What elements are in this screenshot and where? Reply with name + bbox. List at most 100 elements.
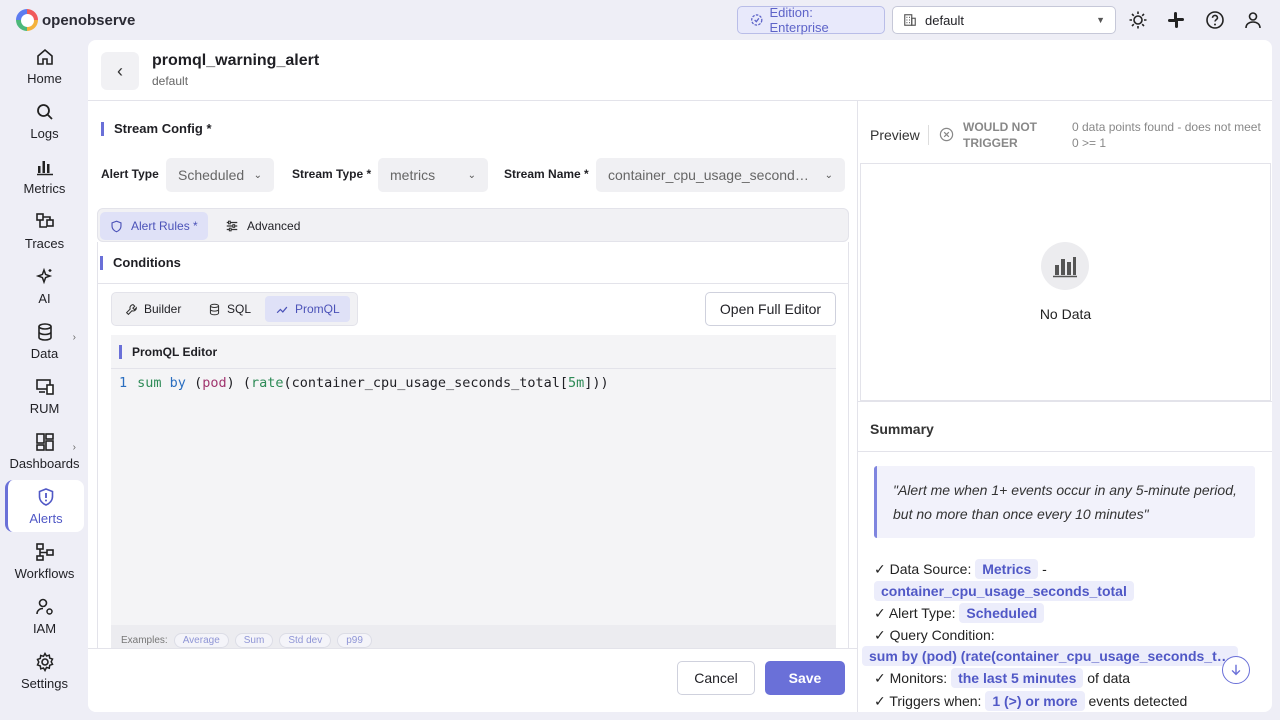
triggers-tag: 1 (>) or more (985, 691, 1085, 711)
alert-type-value: Scheduled (178, 167, 245, 183)
sidebar-item-label: Traces (24, 235, 65, 251)
workflow-icon (35, 542, 54, 561)
divider (98, 283, 849, 284)
sidebar-item-dashboards[interactable]: Dashboards › (5, 425, 84, 477)
sidebar-item-label: Home (27, 70, 62, 86)
summary-data-source: ✓ Data Source: Metrics - (874, 559, 1047, 579)
sidebar-item-label: IAM (32, 620, 57, 636)
edition-label: Edition: Enterprise (769, 5, 829, 35)
example-chip-average[interactable]: Average (173, 632, 229, 648)
mode-promql-button[interactable]: PromQL (265, 296, 350, 322)
tab-label: Advanced (247, 219, 301, 233)
preview-panel: Preview WOULD NOT TRIGGER 0 data points … (857, 101, 1272, 712)
monitors-tag: the last 5 minutes (951, 668, 1084, 688)
sidebar-item-data[interactable]: Data › (5, 315, 84, 367)
sidebar-item-label: Logs (30, 125, 59, 141)
slack-icon[interactable] (1166, 10, 1186, 30)
sidebar-item-label: Dashboards (9, 455, 80, 471)
query-condition-tag: sum by (pod) (rate(container_cpu_usage_s… (862, 646, 1238, 666)
cancel-button[interactable]: Cancel (677, 661, 755, 695)
mode-label: SQL (227, 302, 252, 316)
summary-stream: container_cpu_usage_seconds_total (874, 581, 1134, 601)
mode-sql-button[interactable]: SQL (198, 296, 261, 322)
sidebar-item-metrics[interactable]: Metrics (5, 150, 84, 202)
trigger-status: WOULD NOT TRIGGER (963, 120, 1037, 150)
sidebar-item-rum[interactable]: RUM (5, 370, 84, 422)
chevron-right-icon: › (72, 442, 76, 453)
open-full-editor-button[interactable]: Open Full Editor (705, 292, 836, 326)
stream-type-select[interactable]: metrics ⌄ (378, 158, 488, 192)
conditions-title: Conditions (100, 256, 181, 270)
summary-quote: "Alert me when 1+ events occur in any 5-… (874, 466, 1255, 538)
example-chip-sum[interactable]: Sum (234, 632, 274, 648)
form-footer: Cancel Save (88, 648, 857, 712)
sidebar-item-logs[interactable]: Logs (5, 95, 84, 147)
page-subtitle: default (152, 74, 189, 88)
line-number: 1 (119, 375, 128, 391)
sidebar-item-iam[interactable]: IAM (5, 590, 84, 642)
sidebar-item-ai[interactable]: AI (5, 260, 84, 312)
summary-query: sum by (pod) (rate(container_cpu_usage_s… (862, 646, 1238, 669)
editor-header: PromQL Editor (111, 335, 836, 369)
dashboard-icon (35, 432, 54, 451)
tab-alert-rules[interactable]: Alert Rules * (100, 212, 208, 240)
alert-type-tag: Scheduled (959, 603, 1045, 623)
summary-triggers: ✓ Triggers when: 1 (>) or more events de… (874, 691, 1188, 711)
tab-advanced[interactable]: Advanced (215, 212, 310, 240)
query-code-line[interactable]: 1 sum by (pod) (rate(container_cpu_usage_… (119, 375, 609, 391)
example-chip-std-dev[interactable]: Std dev (279, 632, 332, 648)
org-selector[interactable]: default ▼ (892, 6, 1116, 34)
stream-name-value: container_cpu_usage_second… (608, 167, 809, 183)
chevron-left-icon: ‹ (117, 60, 123, 81)
sidebar-item-workflows[interactable]: Workflows (5, 535, 84, 587)
sidebar-item-alerts[interactable]: Alerts (5, 480, 84, 532)
editor-title: PromQL Editor (119, 345, 217, 359)
mode-builder-button[interactable]: Builder (115, 296, 191, 322)
summary-monitors: ✓ Monitors: the last 5 minutes of data (874, 668, 1131, 688)
summary-alert-type: ✓ Alert Type: Scheduled (874, 603, 1045, 623)
gear-icon (35, 651, 54, 672)
tab-label: Alert Rules * (131, 219, 198, 233)
preview-title: Preview (870, 127, 920, 143)
stream-name-label: Stream Name * (504, 167, 589, 181)
example-chip-p99[interactable]: p99 (337, 632, 372, 648)
sidebar: Home Logs Metrics Traces AI Data › RUM D… (0, 40, 88, 720)
help-icon[interactable] (1205, 10, 1225, 30)
alert-type-select[interactable]: Scheduled ⌄ (166, 158, 274, 192)
sidebar-item-label: Alerts (29, 510, 63, 526)
conditions-panel: Conditions Builder SQL PromQL Open Full … (97, 242, 849, 651)
alert-tabs: Alert Rules * Advanced (97, 208, 849, 242)
user-profile-icon[interactable] (1243, 10, 1263, 30)
divider (858, 451, 1272, 452)
page-title: promql_warning_alert (152, 52, 320, 69)
mode-label: PromQL (295, 302, 340, 316)
bar-chart-icon (36, 160, 53, 175)
alert-editor-card: ‹ promql_warning_alert default Stream Co… (88, 40, 1272, 712)
preview-header: Preview WOULD NOT TRIGGER 0 data points … (858, 101, 1272, 163)
chevron-down-icon: ▼ (1096, 15, 1105, 25)
scroll-down-button[interactable] (1222, 656, 1250, 684)
sidebar-item-label: Metrics (23, 180, 66, 196)
save-button[interactable]: Save (765, 661, 845, 695)
theme-toggle-sun-icon[interactable] (1128, 10, 1148, 30)
divider (928, 125, 929, 145)
sidebar-item-home[interactable]: Home (5, 40, 84, 92)
app-name: openobserve (42, 11, 136, 29)
app-logo[interactable]: openobserve (16, 9, 135, 31)
sidebar-item-traces[interactable]: Traces (5, 205, 84, 257)
arrow-down-icon (1231, 664, 1241, 676)
top-bar: openobserve Edition: Enterprise default … (0, 0, 1280, 40)
data-source-stream-tag: container_cpu_usage_seconds_total (874, 581, 1134, 601)
sidebar-item-settings[interactable]: Settings (5, 645, 84, 697)
alert-type-label: Alert Type (101, 167, 159, 181)
sidebar-item-label: RUM (29, 400, 60, 416)
page-header: ‹ promql_warning_alert default (88, 40, 1272, 101)
shield-icon (111, 220, 122, 232)
promql-editor[interactable]: PromQL Editor 1 sum by (pod) (rate(contai… (111, 335, 836, 651)
edition-badge[interactable]: Edition: Enterprise (737, 5, 885, 35)
back-button[interactable]: ‹ (101, 52, 139, 90)
org-name: default (925, 12, 965, 28)
devices-icon (35, 378, 54, 395)
stream-name-select[interactable]: container_cpu_usage_second… ⌄ (596, 158, 845, 192)
sidebar-item-label: Workflows (14, 565, 75, 581)
